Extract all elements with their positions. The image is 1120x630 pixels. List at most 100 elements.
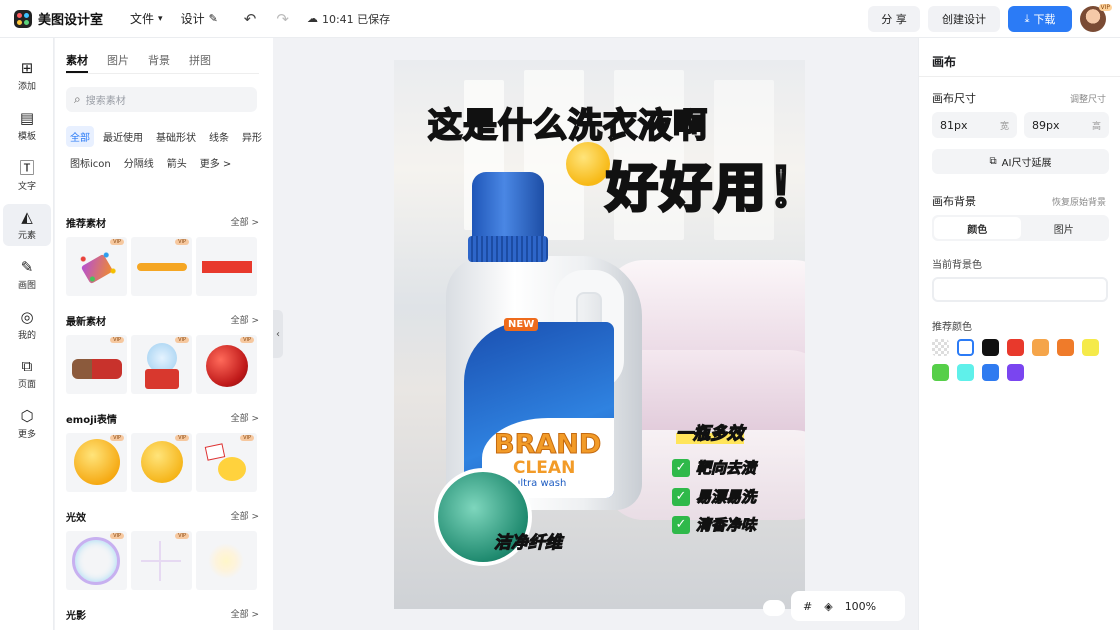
tab-collage[interactable]: 拼图 <box>189 52 230 68</box>
color-swatch[interactable] <box>982 339 999 356</box>
rail-item-draw[interactable]: ✎ 画图 <box>3 254 51 296</box>
create-design-button[interactable]: 创建设计 <box>928 6 1000 32</box>
canvas-size-label: 画布尺寸 <box>932 92 976 105</box>
chip-all[interactable]: 全部 <box>66 126 94 147</box>
share-button[interactable]: 分 享 <box>868 6 920 32</box>
sparkle-thumb[interactable]: VIP <box>131 531 192 590</box>
sparkle-icon-h <box>141 560 181 562</box>
multi-effect-text[interactable]: 一瓶多效 <box>675 419 745 445</box>
grid-icon[interactable]: # <box>803 600 812 613</box>
redo-icon[interactable]: ↷ <box>276 10 289 28</box>
width-field[interactable]: 81px 宽 <box>932 112 1017 138</box>
color-swatch[interactable] <box>932 339 949 356</box>
thinking-emoji-icon[interactable] <box>566 142 610 186</box>
vip-badge: VIP <box>175 337 189 343</box>
download-button[interactable]: ⤓ 下载 <box>1008 6 1072 32</box>
sleigh-image <box>72 359 122 379</box>
see-all-link[interactable]: 全部 > <box>231 313 259 327</box>
asset-tabs: 素材 图片 背景 拼图 <box>55 38 273 68</box>
chip-arrows[interactable]: 箭头 <box>163 152 191 173</box>
reindeer-sleigh-thumb[interactable]: VIP <box>66 335 127 394</box>
color-swatch[interactable] <box>982 364 999 381</box>
color-swatch[interactable] <box>932 364 949 381</box>
section-light-shadow: 光影 全部 > <box>66 607 259 622</box>
height-field[interactable]: 89px 高 <box>1024 112 1109 138</box>
rail-item-text[interactable]: 🅃 文字 <box>3 155 51 197</box>
rail-item-mine[interactable]: ◎ 我的 <box>3 304 51 346</box>
see-all-link[interactable]: 全部 > <box>231 509 259 523</box>
vip-badge: VIP <box>175 533 189 539</box>
tab-images[interactable]: 图片 <box>107 52 148 68</box>
color-swatch[interactable] <box>1082 339 1099 356</box>
app-logo[interactable]: 美图设计室 <box>14 9 103 28</box>
snow-globe-thumb[interactable]: VIP <box>131 335 192 394</box>
color-swatch[interactable] <box>957 364 974 381</box>
canvas-area: NEW BRAND CLEAN ultra wash 这是什么洗衣液啊 好好用！… <box>283 38 918 630</box>
color-swatch[interactable] <box>1007 339 1024 356</box>
chick-emoji-thumb[interactable]: VIP <box>196 433 257 492</box>
download-label: 下载 <box>1033 13 1056 26</box>
resize-link[interactable]: 调整尺寸 <box>1070 92 1106 105</box>
see-all-link[interactable]: 全部 > <box>231 607 259 621</box>
shocked-emoji-thumb[interactable]: VIP <box>66 433 127 492</box>
party-popper-thumb[interactable]: VIP <box>66 237 127 296</box>
color-swatch[interactable] <box>1032 339 1049 356</box>
ai-resize-button[interactable]: ⧉ AI尺寸延展 <box>932 149 1109 174</box>
zoom-level[interactable]: 100% <box>845 600 876 613</box>
current-bg-color-field[interactable] <box>932 277 1108 302</box>
fiber-label[interactable]: 洁净纤维 <box>494 528 563 554</box>
vip-badge: VIP <box>110 435 124 441</box>
avatar[interactable]: VIP <box>1080 4 1112 32</box>
section-title: 推荐素材 <box>66 219 106 230</box>
restore-bg-link[interactable]: 恢复原始背景 <box>1052 195 1106 208</box>
headline-text[interactable]: 这是什么洗衣液啊 <box>427 98 708 147</box>
feature-item[interactable]: ✓ 清香净味 <box>672 514 757 535</box>
orange-brush-thumb[interactable]: VIP <box>131 237 192 296</box>
vip-badge: VIP <box>110 337 124 343</box>
chip-recent[interactable]: 最近使用 <box>99 126 147 147</box>
seg-image[interactable]: 图片 <box>1021 217 1108 239</box>
color-swatch[interactable] <box>957 339 974 356</box>
chip-dividers[interactable]: 分隔线 <box>120 152 158 173</box>
gift-box-image <box>145 369 179 389</box>
apple-thumb[interactable]: VIP <box>196 335 257 394</box>
rail-item-more[interactable]: ⬡ 更多 <box>3 403 51 445</box>
collapse-panel-button[interactable]: ‹ <box>273 310 283 358</box>
color-swatch[interactable] <box>1057 339 1074 356</box>
menu-file[interactable]: 文件 ▾ <box>130 10 163 27</box>
feature-item[interactable]: ✓ 靶向去渍 <box>672 457 757 478</box>
bubble-thumb[interactable]: VIP <box>66 531 127 590</box>
undo-icon[interactable]: ↶ <box>244 10 257 28</box>
design-canvas[interactable]: NEW BRAND CLEAN ultra wash 这是什么洗衣液啊 好好用！… <box>394 60 805 609</box>
menu-design[interactable]: 设计 ✎ <box>181 10 218 27</box>
subheadline-text[interactable]: 好好用！ <box>604 146 805 221</box>
see-all-link[interactable]: 全部 > <box>231 215 259 229</box>
rail-item-add[interactable]: ⊞ 添加 <box>3 55 51 97</box>
bottle-cap-ring <box>468 236 548 262</box>
bg-type-switch: 颜色 图片 <box>932 215 1109 241</box>
chip-lines[interactable]: 线条 <box>205 126 233 147</box>
chip-icons[interactable]: 图标icon <box>66 152 115 173</box>
glow-thumb[interactable] <box>196 531 257 590</box>
thinking-emoji-thumb[interactable]: VIP <box>131 433 192 492</box>
chip-shapes[interactable]: 基础形状 <box>152 126 200 147</box>
red-rect-thumb[interactable] <box>196 237 257 296</box>
panel-title: 画布 <box>932 55 957 69</box>
rail-label: 元素 <box>17 231 36 241</box>
tab-materials[interactable]: 素材 <box>66 52 107 68</box>
rail-item-elements[interactable]: ◭ 元素 <box>3 204 51 246</box>
rail-item-template[interactable]: ▤ 模板 <box>3 105 51 147</box>
chip-irregular[interactable]: 异形 <box>238 126 266 147</box>
see-all-link[interactable]: 全部 > <box>231 411 259 425</box>
color-swatch[interactable] <box>1007 364 1024 381</box>
feature-item[interactable]: ✓ 易漂易洗 <box>672 486 757 507</box>
search-input[interactable]: ⌕ 搜索素材 <box>66 87 257 112</box>
tab-backgrounds[interactable]: 背景 <box>148 52 189 68</box>
rail-label: 我的 <box>17 331 36 341</box>
seg-color[interactable]: 颜色 <box>934 217 1021 239</box>
chip-more[interactable]: 更多 > <box>196 152 236 173</box>
check-icon: ✓ <box>672 458 690 477</box>
layers-icon[interactable]: ◈ <box>824 600 832 613</box>
page-indicator[interactable] <box>763 600 785 616</box>
rail-item-page[interactable]: ⧉ 页面 <box>3 353 51 395</box>
